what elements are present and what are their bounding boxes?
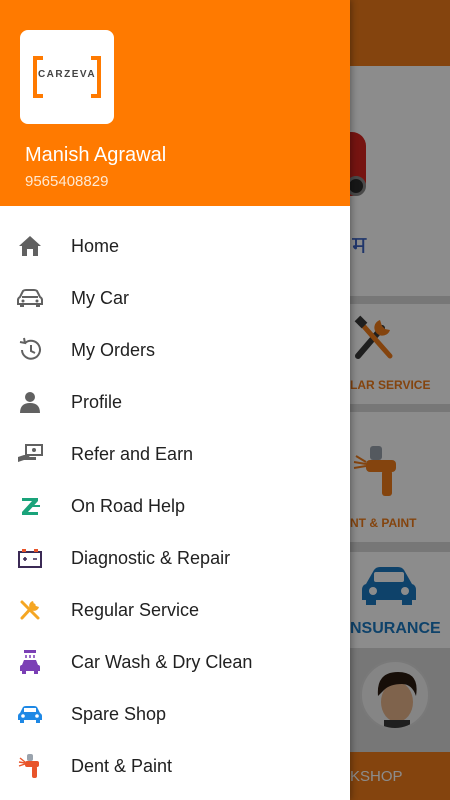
menu-item-refer-earn[interactable]: Refer and Earn bbox=[0, 428, 350, 480]
history-icon bbox=[16, 337, 44, 363]
menu-item-profile[interactable]: Profile bbox=[0, 376, 350, 428]
battery-icon bbox=[16, 545, 44, 571]
menu-item-label: Diagnostic & Repair bbox=[71, 548, 231, 568]
menu-item-diagnostic-repair[interactable]: Diagnostic & Repair bbox=[0, 532, 350, 584]
car-wash-icon bbox=[16, 649, 44, 675]
navigation-drawer: CARZEVA Manish Agrawal 9565408829 Home M… bbox=[0, 0, 350, 800]
menu-item-label: My Car bbox=[71, 288, 129, 308]
menu-item-on-road-help[interactable]: On Road Help bbox=[0, 480, 350, 532]
menu-item-label: Home bbox=[71, 236, 120, 256]
menu-item-label: Regular Service bbox=[71, 600, 200, 620]
drawer-menu: Home My Car My Orders Profile Refer and … bbox=[0, 220, 350, 792]
menu-item-my-orders[interactable]: My Orders bbox=[0, 324, 350, 376]
menu-item-label: Profile bbox=[71, 392, 123, 412]
home-icon bbox=[16, 233, 44, 259]
spray-gun-icon bbox=[16, 753, 44, 779]
menu-item-label: Refer and Earn bbox=[71, 444, 194, 464]
menu-item-label: Dent & Paint bbox=[71, 756, 173, 776]
menu-item-label: Car Wash & Dry Clean bbox=[71, 652, 253, 672]
menu-item-my-car[interactable]: My Car bbox=[0, 272, 350, 324]
logo-text: CARZEVA bbox=[37, 69, 97, 80]
person-icon bbox=[16, 389, 44, 415]
tools-icon bbox=[16, 597, 44, 623]
menu-item-label: My Orders bbox=[71, 340, 156, 360]
z-brand-icon bbox=[16, 493, 44, 519]
menu-item-home[interactable]: Home bbox=[0, 220, 350, 272]
menu-item-label: On Road Help bbox=[71, 496, 186, 516]
menu-item-car-wash[interactable]: Car Wash & Dry Clean bbox=[0, 636, 350, 688]
spare-car-icon bbox=[16, 701, 44, 727]
menu-item-dent-paint[interactable]: Dent & Paint bbox=[0, 740, 350, 792]
logo-frame: CARZEVA bbox=[33, 56, 101, 98]
menu-item-label: Spare Shop bbox=[71, 704, 167, 724]
menu-item-spare-shop[interactable]: Spare Shop bbox=[0, 688, 350, 740]
drawer-header: CARZEVA Manish Agrawal 9565408829 bbox=[0, 0, 350, 206]
user-phone: 9565408829 bbox=[25, 173, 109, 190]
car-icon bbox=[16, 285, 44, 311]
user-name: Manish Agrawal bbox=[25, 144, 167, 166]
app-logo: CARZEVA bbox=[20, 30, 114, 124]
cash-hand-icon bbox=[16, 441, 44, 467]
menu-item-regular-service[interactable]: Regular Service bbox=[0, 584, 350, 636]
